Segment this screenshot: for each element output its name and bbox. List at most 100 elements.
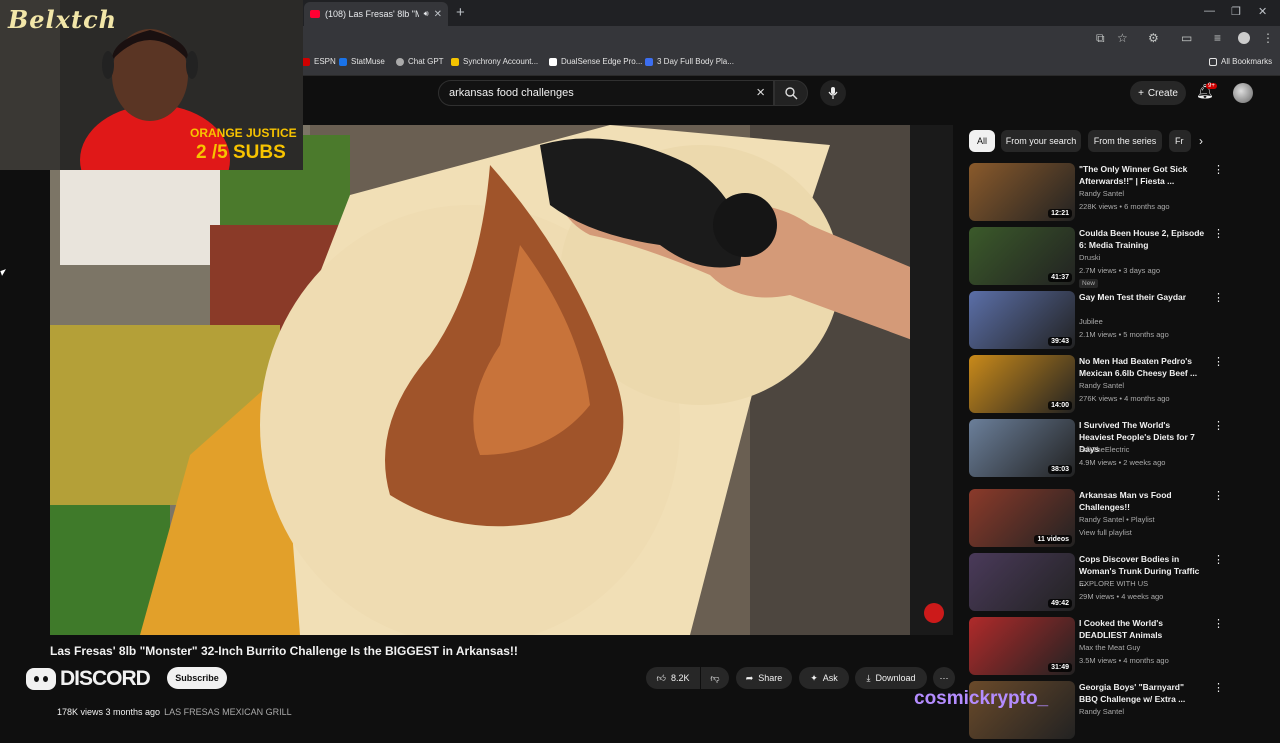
bookmark-star-icon[interactable]: ☆ [1117,31,1128,45]
recommendation-title[interactable]: Georgia Boys' "Barnyard" BBQ Challenge w… [1079,681,1205,705]
chip-from-the-series[interactable]: From the series [1088,130,1162,152]
recommendation-item[interactable]: 12:21 "The Only Winner Got Sick Afterward… [969,163,1224,225]
share-arrow-icon: ➦ [745,672,754,683]
discord-logo-icon [26,668,56,690]
recommendation-title[interactable]: No Men Had Beaten Pedro's Mexican 6.6lb … [1079,355,1205,379]
video-thumbnail[interactable]: 12:21 [969,163,1075,221]
more-options-icon[interactable]: ⋮ [1213,419,1224,432]
recommendation-item[interactable]: 39:43 Gay Men Test their Gaydar Jubilee 2.1… [969,291,1224,353]
speaker-icon[interactable]: 🔊︎ [424,9,429,19]
video-thumbnail[interactable]: 11 videos [969,489,1075,547]
notification-count-badge: 9+ [1206,83,1217,89]
download-button[interactable]: ⤓ Download [855,667,927,689]
recommendation-meta: 29M views • 4 weeks ago [1079,592,1164,601]
more-options-icon[interactable]: ⋮ [1213,617,1224,630]
more-options-icon[interactable]: ⋮ [1213,227,1224,240]
install-icon[interactable]: ⧉ [1096,31,1105,46]
dislike-button[interactable]: 👎︎ [701,667,729,689]
account-avatar[interactable] [1233,83,1253,103]
bookmark-espn[interactable]: ESPN [302,57,336,66]
subscribe-button[interactable]: Subscribe [167,667,227,689]
recommendation-title[interactable]: "The Only Winner Got Sick Afterwards!!" … [1079,163,1205,187]
bookmark-synchrony[interactable]: Synchrony Account... [451,57,538,66]
recommendation-channel: Jubilee [1079,317,1103,326]
recommendation-meta: 2.7M views • 3 days ago [1079,266,1160,275]
search-input[interactable]: arkansas food challenges × [438,80,774,106]
duration-badge: 49:42 [1048,599,1072,608]
bookmark-workout[interactable]: 3 Day Full Body Pla... [645,57,734,66]
new-tab-button[interactable]: + [456,4,465,21]
like-button[interactable]: 👍︎ 8.2K [646,667,700,689]
ask-button[interactable]: ✦ Ask [799,667,849,689]
more-options-icon[interactable]: ⋮ [1213,489,1224,502]
recommendation-title[interactable]: Arkansas Man vs Food Challenges!! [1079,489,1205,513]
recommendation-title[interactable]: Gay Men Test their Gaydar [1079,291,1205,303]
recommendation-meta: View full playlist [1079,528,1132,537]
clear-search-icon[interactable]: × [756,84,765,101]
more-options-icon[interactable]: ⋮ [1213,681,1224,694]
browser-tab[interactable]: (108) Las Fresas' 8lb "Monst 🔊︎ ✕ [304,2,448,26]
recommendation-item[interactable]: 38:03 I Survived The World's Heaviest Peo… [969,419,1224,481]
new-badge: New [1079,279,1099,288]
statmuse-icon [339,57,347,66]
close-tab-icon[interactable]: ✕ [434,9,442,20]
recommendation-title[interactable]: Coulda Been House 2, Episode 6: Media Tr… [1079,227,1205,251]
chip-all[interactable]: All [969,130,995,152]
download-icon: ⤓ [866,672,871,683]
sub-goal-label: ORANGE JUSTICE [190,126,297,140]
more-options-icon[interactable]: ⋮ [1213,553,1224,566]
bookmark-statmuse[interactable]: StatMuse [339,57,385,66]
recommendation-item[interactable]: 11 videos Arkansas Man vs Food Challenges… [969,489,1224,551]
video-thumbnail[interactable]: 14:00 [969,355,1075,413]
bookmark-dualsense[interactable]: DualSense Edge Pro... [549,57,642,66]
close-window-button[interactable]: ✕ [1258,5,1267,18]
recommendation-item[interactable]: 41:37 Coulda Been House 2, Episode 6: Med… [969,227,1224,289]
doc-icon [645,57,653,66]
more-options-icon[interactable]: ⋮ [1213,355,1224,368]
voice-search-button[interactable] [820,80,846,106]
more-options-icon[interactable]: ⋮ [1213,163,1224,176]
recommendation-channel: Randy Santel [1079,189,1125,198]
profile-avatar[interactable] [1238,32,1250,44]
recommendation-channel: Randy Santel [1079,707,1125,716]
more-options-icon[interactable]: ⋮ [1213,291,1224,304]
channel-link[interactable]: LAS FRESAS MEXICAN GRILL [164,707,292,717]
chip-truncated[interactable]: Fr [1169,130,1191,152]
media-icon[interactable]: ≡ [1214,31,1221,45]
recommendation-item[interactable]: 49:42 Cops Discover Bodies in Woman's Tru… [969,553,1224,615]
recommendation-item[interactable]: 14:00 No Men Had Beaten Pedro's Mexican 6… [969,355,1224,417]
minimize-button[interactable]: — [1204,5,1215,17]
streamer-logo: Belxtch [8,5,118,34]
video-thumbnail[interactable]: 39:43 [969,291,1075,349]
bookmark-chatgpt[interactable]: Chat GPT [396,57,444,66]
create-button[interactable]: + Create [1130,81,1186,105]
video-stats: 178K views 3 months ago LAS FRESAS MEXICA… [57,707,292,717]
sub-goal-progress: 2 /5 SUBS [196,142,286,163]
extensions-icon[interactable]: ⚙ [1148,31,1159,45]
thumbs-down-icon: 👎︎ [710,672,720,683]
menu-icon[interactable]: ⋮ [1262,31,1274,45]
video-thumbnail[interactable]: 49:42 [969,553,1075,611]
share-button[interactable]: ➦ Share [736,667,792,689]
search-button[interactable] [774,80,808,106]
microphone-icon [828,87,838,99]
recommendation-item[interactable]: 31:49 I Cooked the World's DEADLIEST Anim… [969,617,1224,679]
espn-icon [302,57,310,66]
sidebar-icon[interactable]: ▭ [1181,31,1192,45]
video-thumbnail[interactable]: 41:37 [969,227,1075,285]
video-player[interactable] [50,125,953,635]
video-thumbnail[interactable]: 38:03 [969,419,1075,477]
thumbs-up-icon: 👍︎ [656,672,666,683]
mouse-cursor [0,269,8,276]
chevron-right-icon[interactable]: › [1199,134,1203,148]
video-frame-image [50,125,953,635]
chip-from-your-search[interactable]: From your search [1001,130,1081,152]
recommendation-meta: 3.5M views • 4 months ago [1079,656,1169,665]
video-thumbnail[interactable]: 31:49 [969,617,1075,675]
more-actions-button[interactable]: ⋯ [933,667,955,689]
plus-icon: + [1138,87,1144,99]
all-bookmarks[interactable]: All Bookmarks [1209,57,1272,66]
maximize-button[interactable]: ❐ [1231,5,1241,18]
recommendation-channel: Max the Meat Guy [1079,643,1141,652]
recommendation-title[interactable]: I Cooked the World's DEADLIEST Animals [1079,617,1205,641]
